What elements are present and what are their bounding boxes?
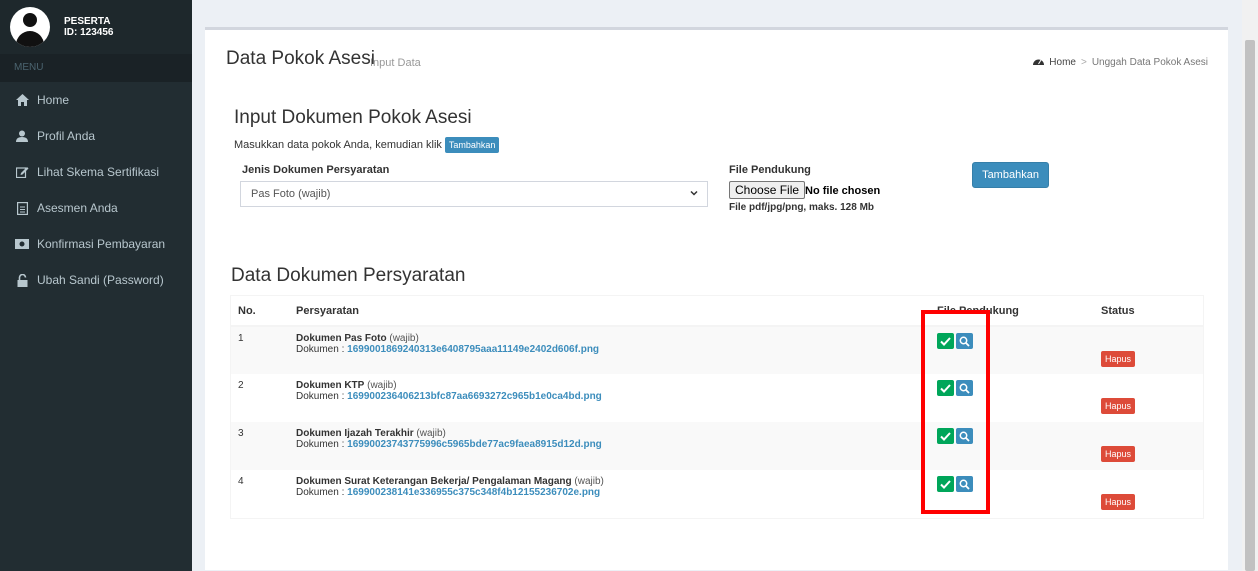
breadcrumb-home-link[interactable]: Home bbox=[1049, 57, 1076, 68]
file-note: File pdf/jpg/png, maks. 128 Mb bbox=[729, 202, 875, 213]
sidebar-item-pembayaran[interactable]: Konfirmasi Pembayaran bbox=[0, 226, 192, 262]
doc-requirement: (wajib) bbox=[574, 476, 604, 487]
sidebar-item-label: Asesmen Anda bbox=[37, 201, 118, 215]
sidebar-item-label: Home bbox=[37, 93, 70, 107]
sidebar: PESERTA ID: 123456 MENU Home Profil Anda… bbox=[0, 0, 192, 571]
page-title: Data Pokok Asesi bbox=[226, 48, 375, 69]
doc-name: Dokumen Ijazah Terakhir bbox=[296, 428, 414, 439]
row-no: 2 bbox=[238, 380, 244, 391]
sidebar-item-asesmen[interactable]: Asesmen Anda bbox=[0, 190, 192, 226]
hapus-button[interactable]: Hapus bbox=[1101, 446, 1136, 462]
table-row: 2 Dokumen KTP (wajib) Dokumen : 16990023… bbox=[231, 374, 1204, 422]
avatar-icon bbox=[10, 7, 50, 47]
row-no: 4 bbox=[238, 476, 244, 487]
jenis-dokumen-select[interactable]: Pas Foto (wajib) bbox=[240, 181, 708, 207]
scrollbar-thumb[interactable] bbox=[1245, 40, 1255, 571]
input-desc-text: Masukkan data pokok Anda, kemudian klik bbox=[234, 139, 442, 151]
tambahkan-button[interactable]: Tambahkan bbox=[972, 162, 1049, 188]
money-icon bbox=[15, 237, 29, 251]
table-row: 1 Dokumen Pas Foto (wajib) Dokumen : 169… bbox=[230, 326, 1204, 374]
lock-icon bbox=[15, 273, 29, 287]
breadcrumb-separator: > bbox=[1080, 56, 1087, 68]
row-status: Hapus bbox=[1094, 374, 1204, 422]
doc-file-link[interactable]: 169900238141e336955c375c348f4b1215523670… bbox=[347, 487, 600, 498]
col-header-status: Status bbox=[1094, 295, 1204, 327]
user-icon bbox=[15, 129, 29, 143]
col-header-persyaratan: Persyaratan bbox=[289, 295, 930, 327]
file-pendukung-label: File Pendukung bbox=[729, 164, 811, 176]
sidebar-item-skema[interactable]: Lihat Skema Sertifikasi bbox=[0, 154, 192, 190]
doc-prefix: Dokumen : bbox=[296, 439, 345, 450]
doc-file-link[interactable]: 169900236406213bfc87aa6693272c965b1e0ca4… bbox=[347, 391, 602, 402]
doc-prefix: Dokumen : bbox=[296, 487, 345, 498]
user-panel: PESERTA ID: 123456 bbox=[0, 0, 192, 54]
choose-file-button[interactable]: Choose File bbox=[729, 181, 806, 199]
row-persyaratan: Dokumen Pas Foto (wajib) Dokumen : 16990… bbox=[289, 326, 930, 374]
col-header-no: No. bbox=[230, 295, 289, 327]
doc-requirement: (wajib) bbox=[367, 380, 397, 391]
file-icon bbox=[15, 201, 29, 215]
row-persyaratan: Dokumen Ijazah Terakhir (wajib) Dokumen … bbox=[289, 422, 930, 470]
highlight-box bbox=[921, 310, 990, 514]
sidebar-item-label: Ubah Sandi (Password) bbox=[37, 273, 164, 287]
page-subtitle: Input Data bbox=[370, 57, 421, 69]
input-section-title: Input Dokumen Pokok Asesi bbox=[234, 107, 472, 128]
sidebar-item-label: Konfirmasi Pembayaran bbox=[37, 237, 166, 251]
user-id: ID: 123456 bbox=[64, 27, 114, 38]
table-section-title: Data Dokumen Persyaratan bbox=[231, 265, 466, 286]
page-scrollbar[interactable] bbox=[1242, 0, 1258, 571]
breadcrumb: Home > Unggah Data Pokok Asesi bbox=[1033, 56, 1208, 68]
doc-file-link[interactable]: 1699001869240313e6408795aaa11149e2402d60… bbox=[347, 344, 599, 355]
user-info: PESERTA ID: 123456 bbox=[64, 16, 113, 38]
row-no: 1 bbox=[230, 326, 289, 374]
hapus-button[interactable]: Hapus bbox=[1101, 398, 1136, 414]
sidebar-item-password[interactable]: Ubah Sandi (Password) bbox=[0, 262, 192, 298]
table-row: 4 Dokumen Surat Keterangan Bekerja/ Peng… bbox=[231, 470, 1204, 518]
doc-name: Dokumen KTP bbox=[296, 380, 365, 391]
table-row: 3 Dokumen Ijazah Terakhir (wajib) Dokume… bbox=[230, 422, 1204, 470]
documents-table: No. Persyaratan File Pendukung Status 1 … bbox=[230, 295, 1204, 519]
doc-prefix: Dokumen : bbox=[296, 344, 345, 355]
file-status-text: No file chosen bbox=[805, 185, 881, 197]
sidebar-item-label: Lihat Skema Sertifikasi bbox=[37, 165, 160, 179]
sidebar-item-home[interactable]: Home bbox=[0, 82, 192, 118]
doc-requirement: (wajib) bbox=[416, 428, 446, 439]
hapus-button[interactable]: Hapus bbox=[1101, 351, 1136, 367]
row-persyaratan: Dokumen Surat Keterangan Bekerja/ Pengal… bbox=[289, 470, 930, 518]
user-role: PESERTA bbox=[64, 16, 111, 27]
chevron-down-icon bbox=[689, 188, 699, 201]
doc-requirement: (wajib) bbox=[389, 333, 419, 344]
doc-file-link[interactable]: 16990023743775996c5965bde77ac9faea8915d1… bbox=[347, 439, 602, 450]
input-section-desc: Masukkan data pokok Anda, kemudian klik … bbox=[234, 137, 500, 153]
inline-tambahkan-label: Tambahkan bbox=[444, 137, 500, 153]
breadcrumb-current: Unggah Data Pokok Asesi bbox=[1091, 56, 1208, 68]
jenis-dokumen-label: Jenis Dokumen Persyaratan bbox=[242, 164, 390, 176]
select-value: Pas Foto (wajib) bbox=[251, 188, 331, 200]
row-status: Hapus bbox=[1094, 326, 1204, 374]
doc-name: Dokumen Pas Foto bbox=[296, 333, 387, 344]
row-persyaratan: Dokumen KTP (wajib) Dokumen : 1699002364… bbox=[289, 374, 930, 422]
table-header-row: No. Persyaratan File Pendukung Status bbox=[230, 295, 1204, 327]
row-no: 3 bbox=[230, 422, 289, 470]
menu-header: MENU bbox=[0, 54, 192, 82]
sidebar-item-label: Profil Anda bbox=[37, 129, 96, 143]
dashboard-icon bbox=[1033, 56, 1045, 68]
doc-name: Dokumen Surat Keterangan Bekerja/ Pengal… bbox=[296, 476, 572, 487]
row-status: Hapus bbox=[1094, 470, 1204, 518]
hapus-button[interactable]: Hapus bbox=[1101, 494, 1136, 510]
doc-prefix: Dokumen : bbox=[296, 391, 345, 402]
edit-icon bbox=[15, 165, 29, 179]
sidebar-item-profil[interactable]: Profil Anda bbox=[0, 118, 192, 154]
home-icon bbox=[15, 93, 29, 107]
row-status: Hapus bbox=[1094, 422, 1204, 470]
